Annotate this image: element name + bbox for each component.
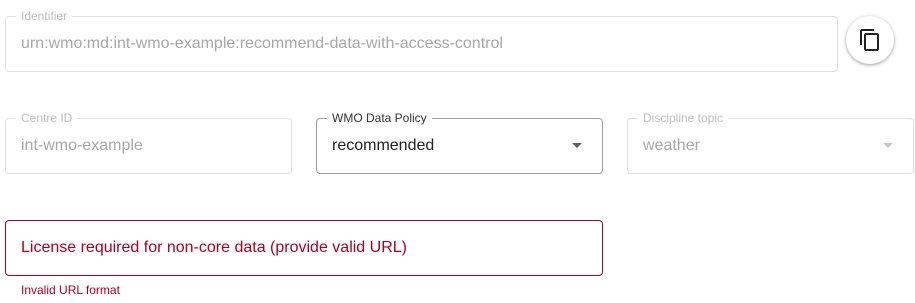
discipline-topic-label: Discipline topic: [638, 111, 729, 125]
license-error-message: Invalid URL format: [21, 283, 120, 297]
identifier-value: urn:wmo:md:int-wmo-example:recommend-dat…: [21, 35, 503, 52]
copy-button[interactable]: [846, 16, 894, 64]
centre-id-value: int-wmo-example: [21, 137, 143, 154]
discipline-topic-select: Discipline topic weather: [627, 111, 914, 174]
data-policy-select[interactable]: WMO Data Policy recommended: [316, 111, 603, 174]
discipline-topic-value: weather: [643, 137, 700, 154]
copy-icon: [860, 29, 879, 51]
chevron-down-icon: [883, 143, 893, 148]
chevron-down-icon[interactable]: [572, 143, 582, 148]
license-value: License required for non-core data (prov…: [21, 239, 407, 256]
data-policy-label: WMO Data Policy: [327, 111, 432, 125]
data-policy-value: recommended: [332, 137, 435, 154]
license-field[interactable]: License required for non-core data (prov…: [5, 220, 603, 276]
identifier-label: Identifier: [16, 9, 73, 23]
centre-id-field: Centre ID int-wmo-example: [5, 111, 292, 174]
centre-id-label: Centre ID: [16, 111, 78, 125]
identifier-field: Identifier urn:wmo:md:int-wmo-example:re…: [5, 9, 838, 72]
